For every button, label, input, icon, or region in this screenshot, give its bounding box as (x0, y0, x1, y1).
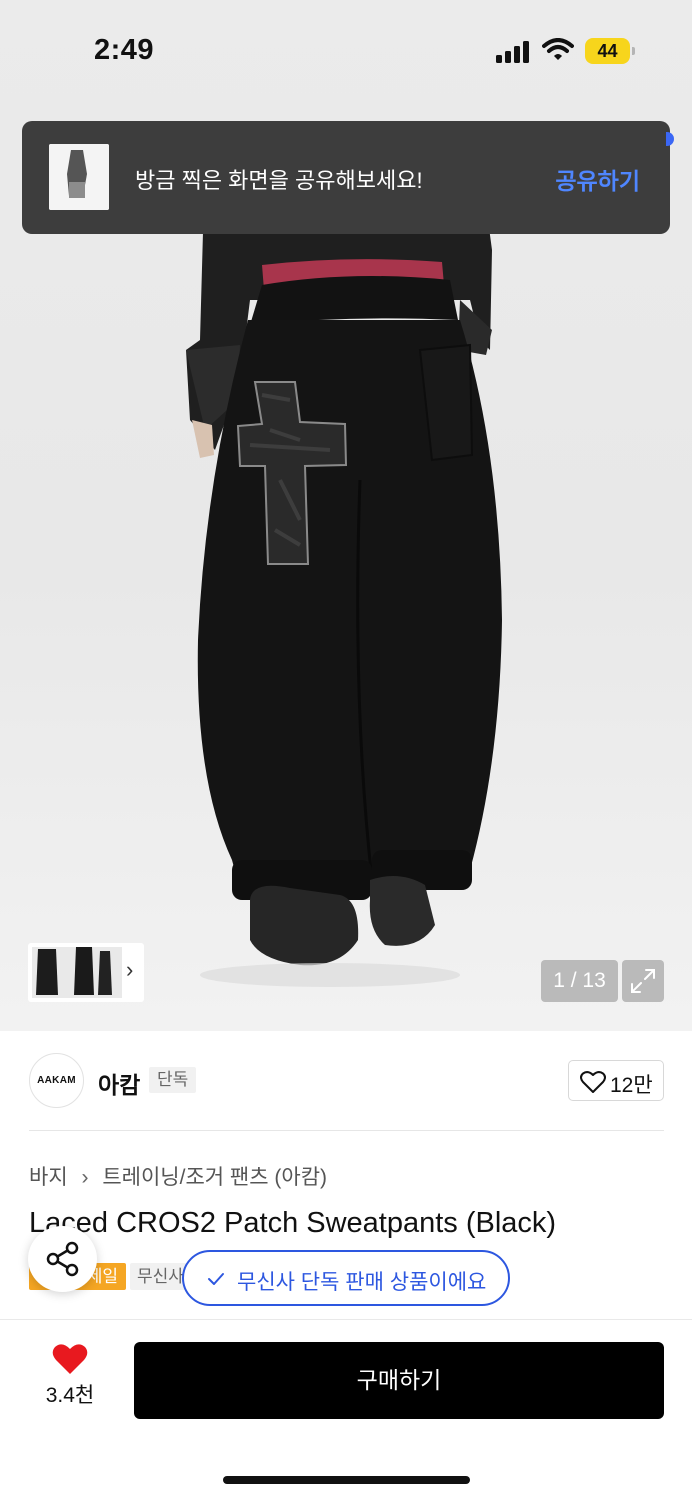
heart-outline-icon (580, 1071, 606, 1093)
breadcrumb-category[interactable]: 바지 (29, 1166, 68, 1189)
expand-icon (631, 969, 655, 993)
wishlist-button[interactable]: 3.4천 (30, 1343, 110, 1415)
toast-message: 방금 찍은 화면을 공유해보세요! (135, 168, 423, 193)
screenshot-thumbnail (49, 144, 109, 210)
gallery-thumbnails[interactable]: › (28, 943, 144, 1002)
share-screenshot-toast[interactable]: 방금 찍은 화면을 공유해보세요! 공유하기 (22, 121, 670, 234)
brand-logo[interactable]: AAKAM (29, 1053, 84, 1108)
breadcrumb-subcategory[interactable]: 트레이닝/조거 팬츠 (아캄) (102, 1166, 327, 1189)
brand-name[interactable]: 아캄 (98, 1066, 140, 1100)
exclusive-notice-text: 무신사 단독 판매 상품이에요 (237, 1271, 487, 1294)
brand-like-button[interactable]: 12만 (568, 1060, 664, 1101)
heart-filled-icon (52, 1344, 88, 1374)
check-icon (208, 1273, 224, 1285)
share-button[interactable] (28, 1226, 97, 1292)
thumbnail-preview (32, 947, 122, 998)
expand-button[interactable] (622, 960, 664, 1002)
status-time: 2:49 (94, 34, 155, 66)
brand-exclusive-badge: 단독 (149, 1067, 197, 1093)
toast-share-button[interactable]: 공유하기 (555, 162, 640, 196)
share-icon (46, 1241, 79, 1277)
buy-button[interactable]: 구매하기 (134, 1342, 664, 1419)
chevron-right-icon: › (126, 957, 134, 982)
wifi-icon (542, 38, 574, 60)
breadcrumb: 바지 › 트레이닝/조거 팬츠 (아캄) (29, 1161, 327, 1191)
wishlist-count: 3.4천 (45, 1384, 95, 1407)
image-counter: 1 / 13 (541, 960, 618, 1002)
product-title: Laced CROS2 Patch Sweatpants (Black) (29, 1207, 557, 1239)
battery-level: 44 (585, 38, 630, 64)
divider (29, 1130, 664, 1131)
exclusive-notice-pill: 무신사 단독 판매 상품이에요 (182, 1250, 510, 1306)
status-bar: 2:49 44 (0, 0, 692, 100)
battery-icon: 44 (585, 38, 635, 64)
brand-like-count: 12만 (610, 1074, 653, 1097)
home-indicator[interactable] (223, 1476, 470, 1484)
chevron-breadcrumb-icon: › (81, 1166, 89, 1189)
signal-icon (496, 41, 529, 63)
